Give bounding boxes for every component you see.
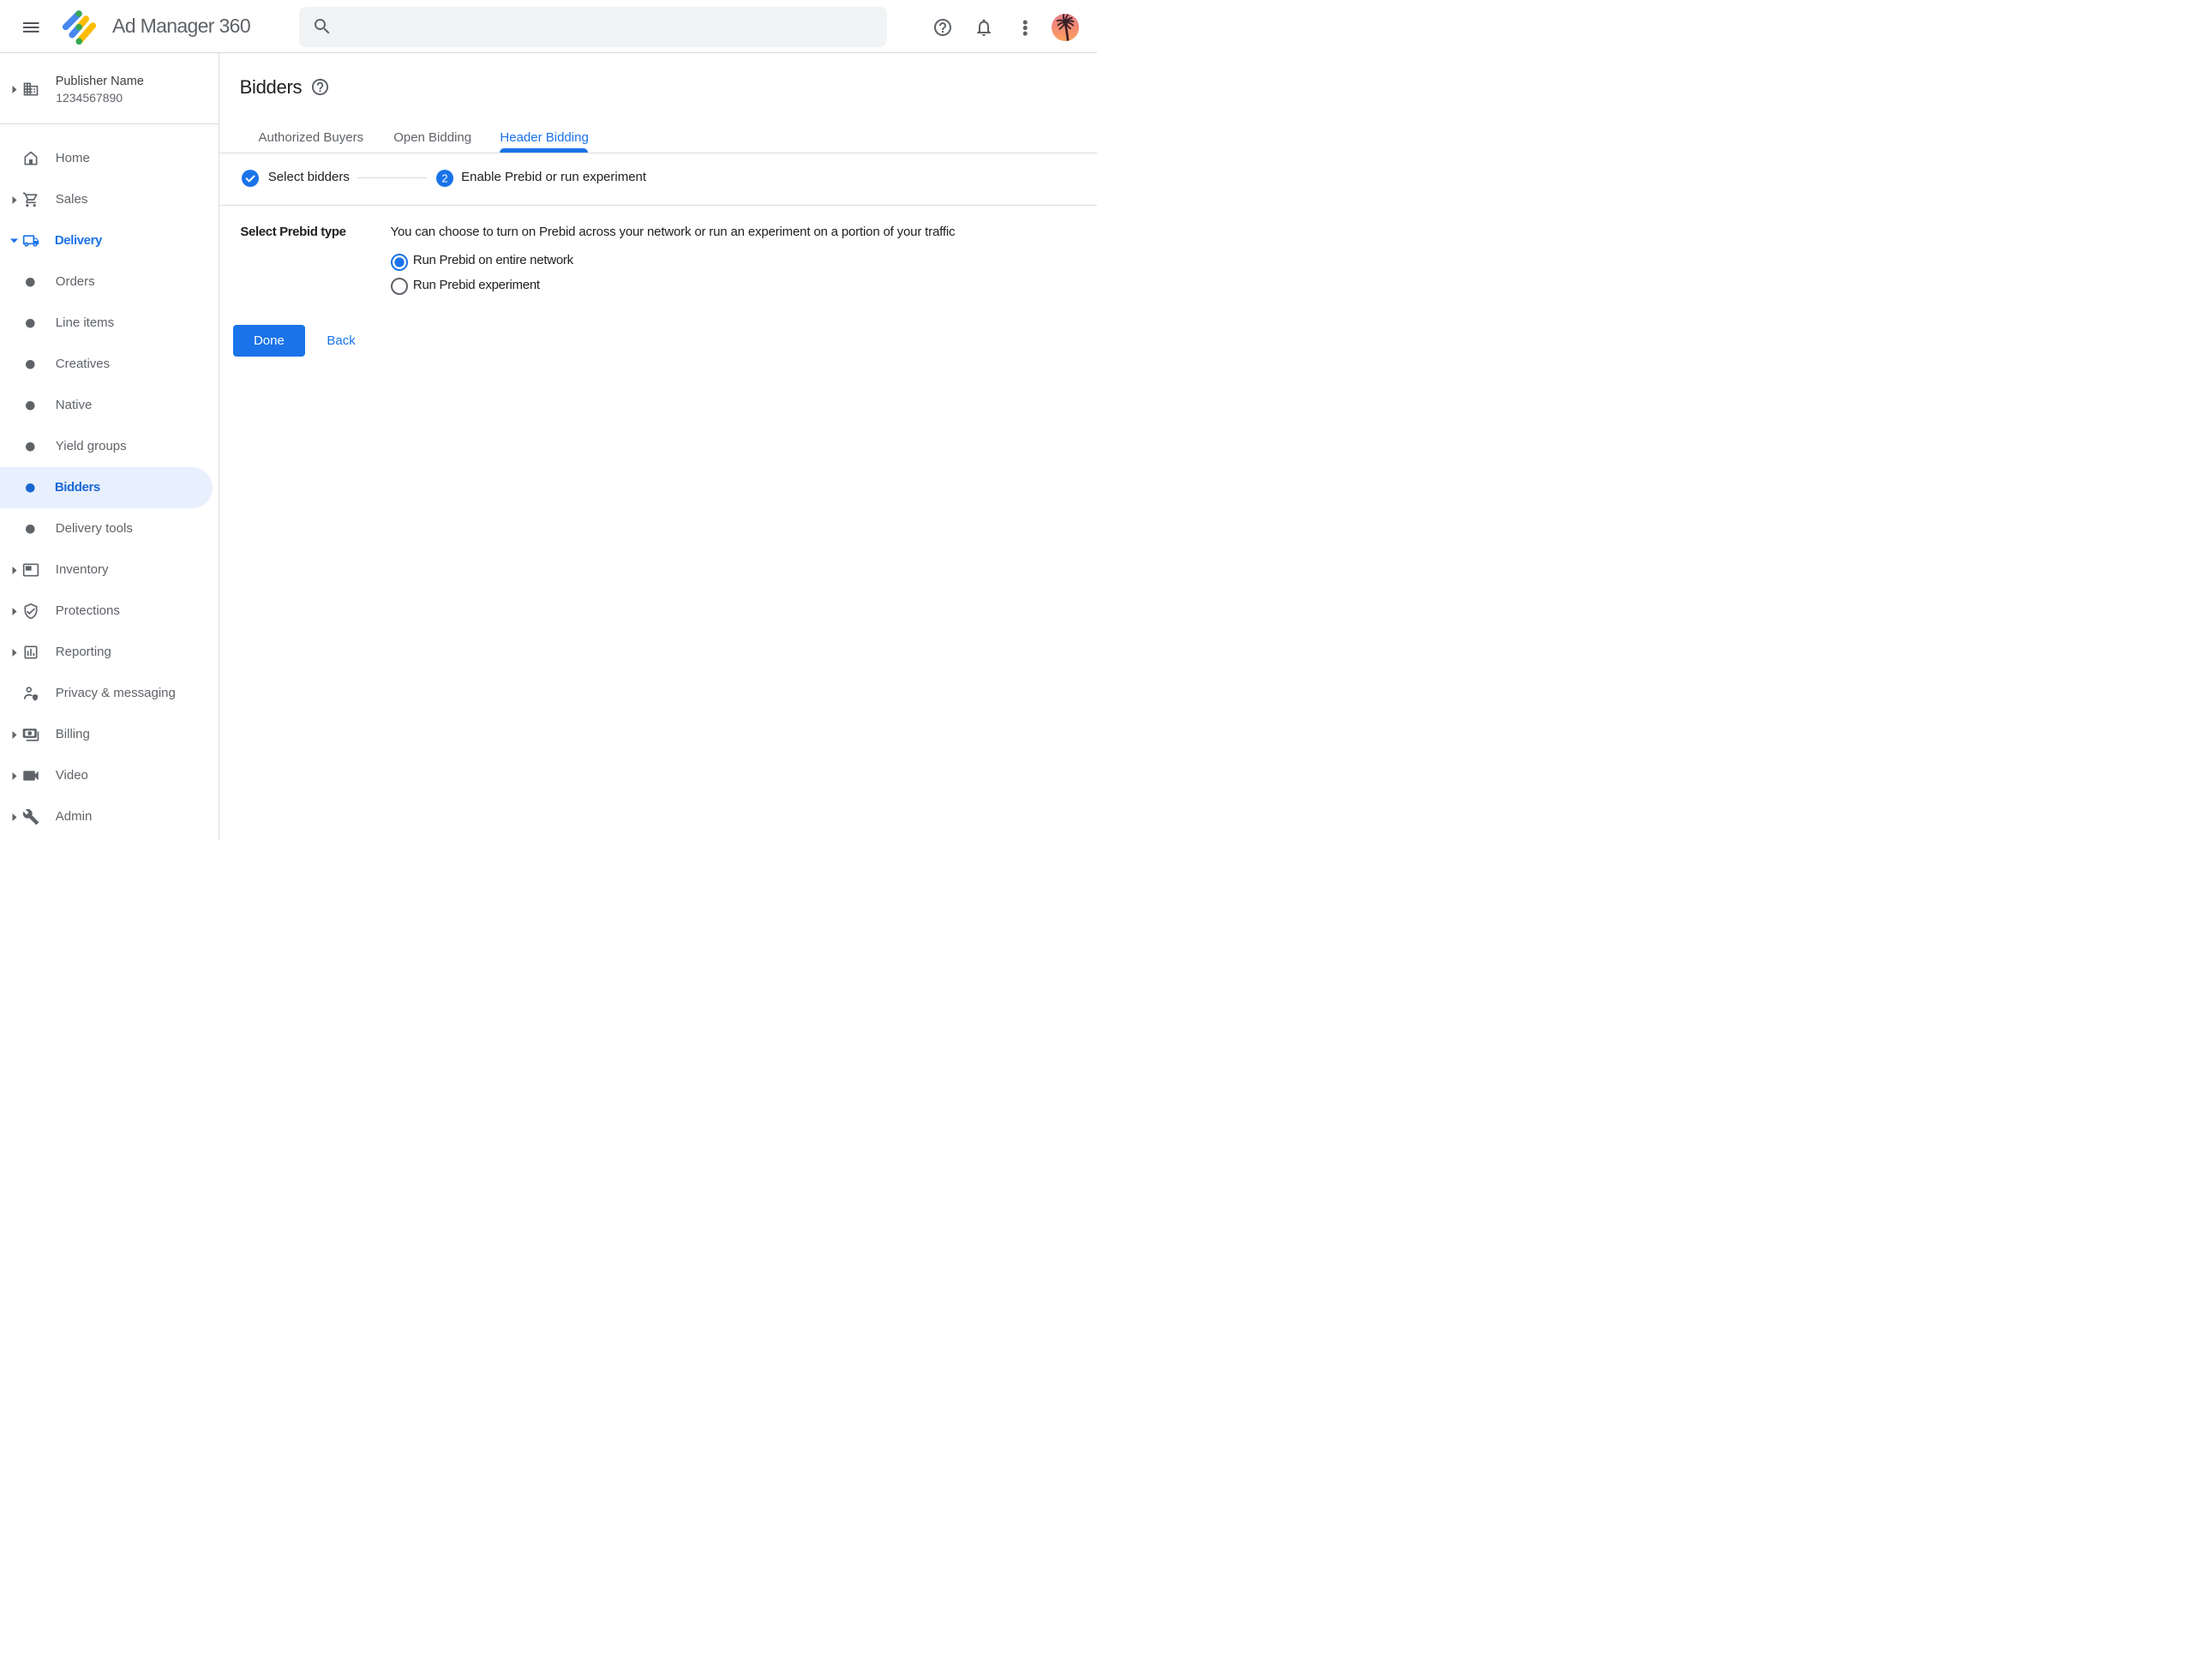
svg-text:2: 2 — [441, 171, 447, 184]
